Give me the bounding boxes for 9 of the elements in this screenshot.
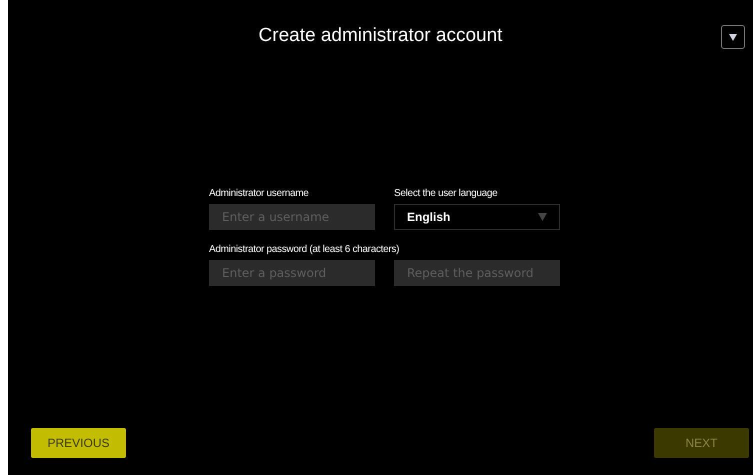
field-label: Administrator username <box>209 188 310 199</box>
window-title: Create administrator account <box>258 25 502 47</box>
dropdown-button[interactable] <box>721 25 745 49</box>
field-label: Administrator password (at least 6 characters) <box>209 244 400 255</box>
previous-button[interactable]: PREVIOUS <box>31 428 126 458</box>
field-label: Select the user language <box>394 188 498 199</box>
caret-icon <box>538 213 547 221</box>
caret-icon <box>729 34 737 40</box>
language-select[interactable]: English <box>394 204 560 230</box>
